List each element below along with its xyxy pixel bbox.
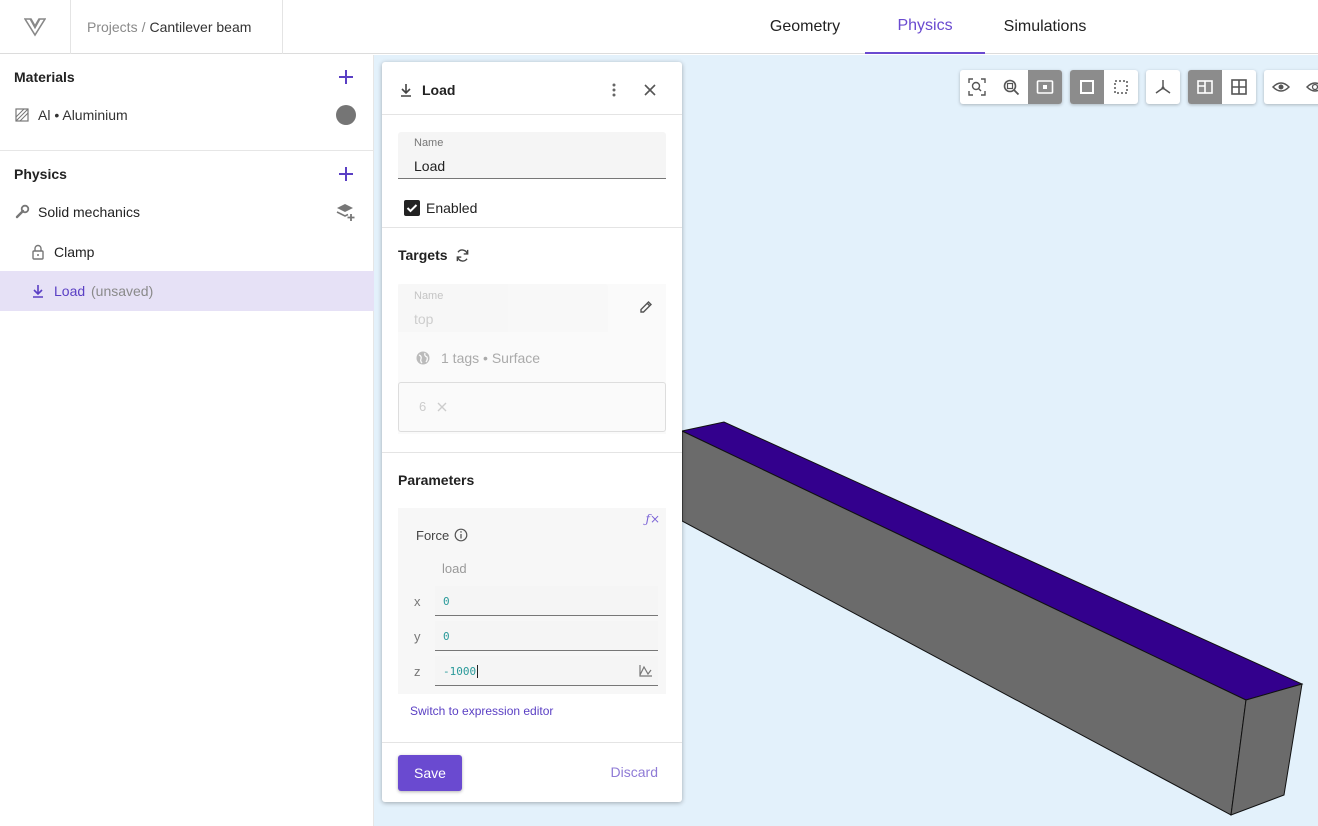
sidebar-item-aluminium[interactable]: Al • Aluminium — [0, 95, 374, 135]
function-fx-icon[interactable]: ƒ× — [646, 512, 661, 526]
breadcrumb-separator: / — [141, 19, 146, 35]
view-tool-group — [1188, 70, 1256, 104]
tag-chip-box[interactable]: 6 — [398, 382, 666, 432]
panel-divider — [382, 114, 682, 115]
check-icon — [406, 204, 418, 213]
force-x-value: 0 — [443, 595, 450, 608]
globe-icon — [416, 351, 430, 365]
physics-item-label: Load — [54, 283, 86, 299]
save-button[interactable]: Save — [398, 755, 462, 791]
refresh-icon[interactable] — [455, 248, 470, 263]
remove-tag-icon[interactable] — [437, 402, 447, 412]
force-x-row: x 0 — [398, 586, 658, 616]
eye-outline-icon[interactable] — [1298, 70, 1318, 104]
target-name-value: top — [414, 311, 434, 327]
graph-icon[interactable] — [639, 664, 653, 677]
grid-view-icon[interactable] — [1222, 70, 1256, 104]
force-y-value: 0 — [443, 630, 450, 643]
force-z-input[interactable]: -1000 — [435, 656, 658, 686]
visibility-tool-group — [1264, 70, 1318, 104]
axes-tool-group — [1146, 70, 1180, 104]
switch-expression-link[interactable]: Switch to expression editor — [410, 704, 553, 718]
eye-icon[interactable] — [1264, 70, 1298, 104]
unsaved-suffix: (unsaved) — [91, 283, 154, 299]
load-panel: Load Name Load Enabled Targets Name top … — [382, 62, 682, 802]
add-physics-icon[interactable] — [336, 164, 356, 184]
physics-section-header: Physics — [0, 152, 374, 196]
sidebar: Materials Al • Aluminium Physics Solid m… — [0, 55, 374, 826]
section-divider — [0, 150, 374, 151]
breadcrumb-projects[interactable]: Projects — [87, 19, 138, 35]
name-field-label: Name — [414, 137, 444, 149]
zoom-icon[interactable] — [994, 70, 1028, 104]
force-z-value: -1000 — [443, 665, 479, 678]
axis-label-y: y — [414, 629, 421, 644]
zoom-tool-group — [960, 70, 1062, 104]
panel-divider — [382, 452, 682, 453]
force-x-input[interactable]: 0 — [435, 586, 658, 616]
download-arrow-icon — [33, 285, 43, 298]
axis-label-x: x — [414, 594, 421, 609]
zoom-selection-icon[interactable] — [1028, 70, 1062, 104]
add-layer-icon[interactable] — [336, 202, 356, 222]
physics-item-label: Solid mechanics — [38, 204, 140, 220]
lock-icon — [32, 244, 44, 260]
physics-title: Physics — [14, 166, 67, 182]
info-icon[interactable] — [454, 528, 468, 542]
tag-chip-label: 6 — [419, 399, 427, 414]
discard-button[interactable]: Discard — [611, 764, 658, 780]
force-y-input[interactable]: 0 — [435, 621, 658, 651]
target-name-label: Name — [414, 290, 444, 302]
panel-divider — [382, 227, 682, 228]
close-icon[interactable] — [643, 83, 657, 97]
top-bar: Projects / Cantilever beam Geometry Phys… — [0, 0, 1318, 54]
enabled-checkbox[interactable] — [404, 200, 420, 216]
tab-simulations[interactable]: Simulations — [989, 0, 1101, 54]
tags-summary: 1 tags • Surface — [441, 350, 541, 366]
zoom-fit-icon[interactable] — [960, 70, 994, 104]
edit-pencil-icon[interactable] — [638, 299, 654, 315]
force-label: Force — [416, 528, 450, 543]
materials-section-header: Materials — [0, 55, 374, 99]
load-arrow-icon — [401, 84, 411, 97]
parameters-title: Parameters — [398, 472, 475, 488]
sidebar-item-load[interactable]: Load (unsaved) — [0, 271, 374, 311]
materials-title: Materials — [14, 69, 75, 85]
sidebar-item-clamp[interactable]: Clamp — [0, 232, 374, 272]
select-solid-icon[interactable] — [1070, 70, 1104, 104]
force-z-row: z -1000 — [398, 656, 658, 686]
material-hatch-icon — [15, 108, 29, 122]
axis-label-z: z — [414, 664, 421, 679]
tab-geometry[interactable]: Geometry — [749, 0, 861, 54]
enabled-label: Enabled — [426, 200, 478, 216]
force-expression: load — [442, 561, 467, 576]
target-name-field[interactable]: Name top — [398, 284, 608, 332]
panel-divider — [382, 742, 682, 743]
more-options-icon[interactable] — [608, 82, 620, 98]
perspective-view-icon[interactable] — [1188, 70, 1222, 104]
panel-title: Load — [422, 82, 456, 98]
targets-title: Targets — [398, 247, 448, 263]
material-label: Al • Aluminium — [38, 107, 128, 123]
sidebar-item-solid-mechanics[interactable]: Solid mechanics — [0, 192, 374, 232]
tab-physics[interactable]: Physics — [865, 0, 985, 54]
wrench-icon — [15, 204, 30, 219]
app-logo-icon[interactable] — [0, 0, 71, 54]
axes-icon[interactable] — [1146, 70, 1180, 104]
add-material-icon[interactable] — [336, 67, 356, 87]
viewport-toolbar — [960, 70, 1318, 104]
select-box-icon[interactable] — [1104, 70, 1138, 104]
breadcrumb-current: Cantilever beam — [149, 19, 252, 35]
breadcrumb: Projects / Cantilever beam — [71, 0, 283, 54]
physics-item-label: Clamp — [54, 244, 95, 260]
name-field[interactable]: Name Load — [398, 132, 666, 179]
name-field-value: Load — [414, 158, 446, 174]
selection-tool-group — [1070, 70, 1138, 104]
force-y-row: y 0 — [398, 621, 658, 651]
material-color-swatch[interactable] — [336, 105, 356, 125]
